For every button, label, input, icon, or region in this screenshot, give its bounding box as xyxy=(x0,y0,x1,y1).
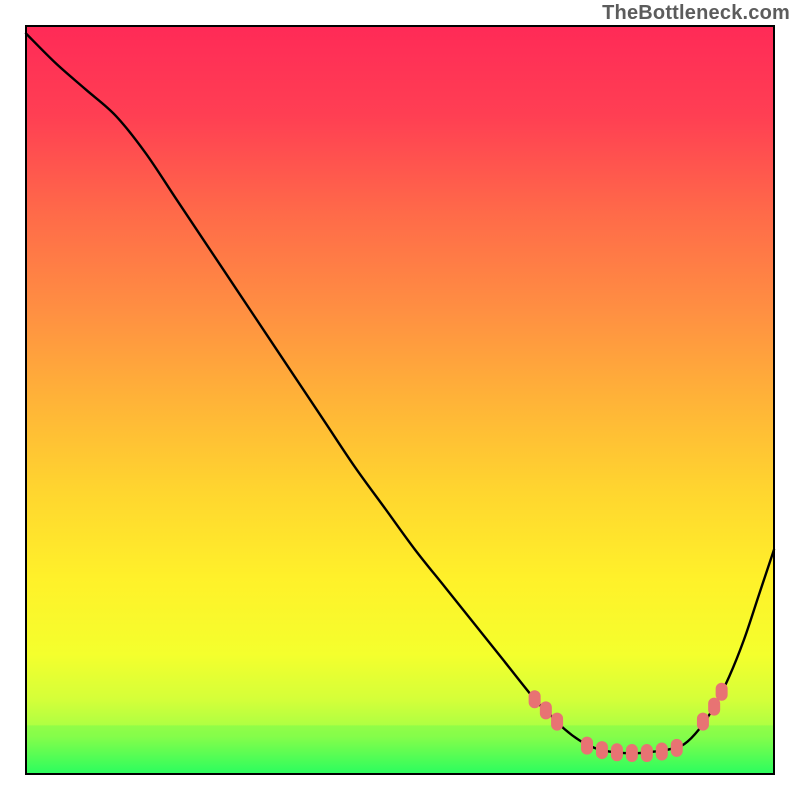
sweet-spot-marker xyxy=(641,744,653,762)
sweet-spot-marker xyxy=(596,741,608,759)
sweet-spot-marker xyxy=(697,713,709,731)
sweet-spot-marker xyxy=(529,690,541,708)
bottleneck-curve-chart xyxy=(0,0,800,800)
sweet-spot-marker xyxy=(626,744,638,762)
sweet-spot-marker xyxy=(708,698,720,716)
chart-container: TheBottleneck.com xyxy=(0,0,800,800)
sweet-spot-marker xyxy=(551,713,563,731)
sweet-spot-marker xyxy=(581,737,593,755)
sweet-spot-marker xyxy=(611,743,623,761)
sweet-spot-marker xyxy=(656,743,668,761)
sweet-spot-marker xyxy=(671,739,683,757)
sweet-spot-marker xyxy=(716,683,728,701)
watermark-text: TheBottleneck.com xyxy=(602,2,790,25)
sweet-spot-marker xyxy=(540,701,552,719)
